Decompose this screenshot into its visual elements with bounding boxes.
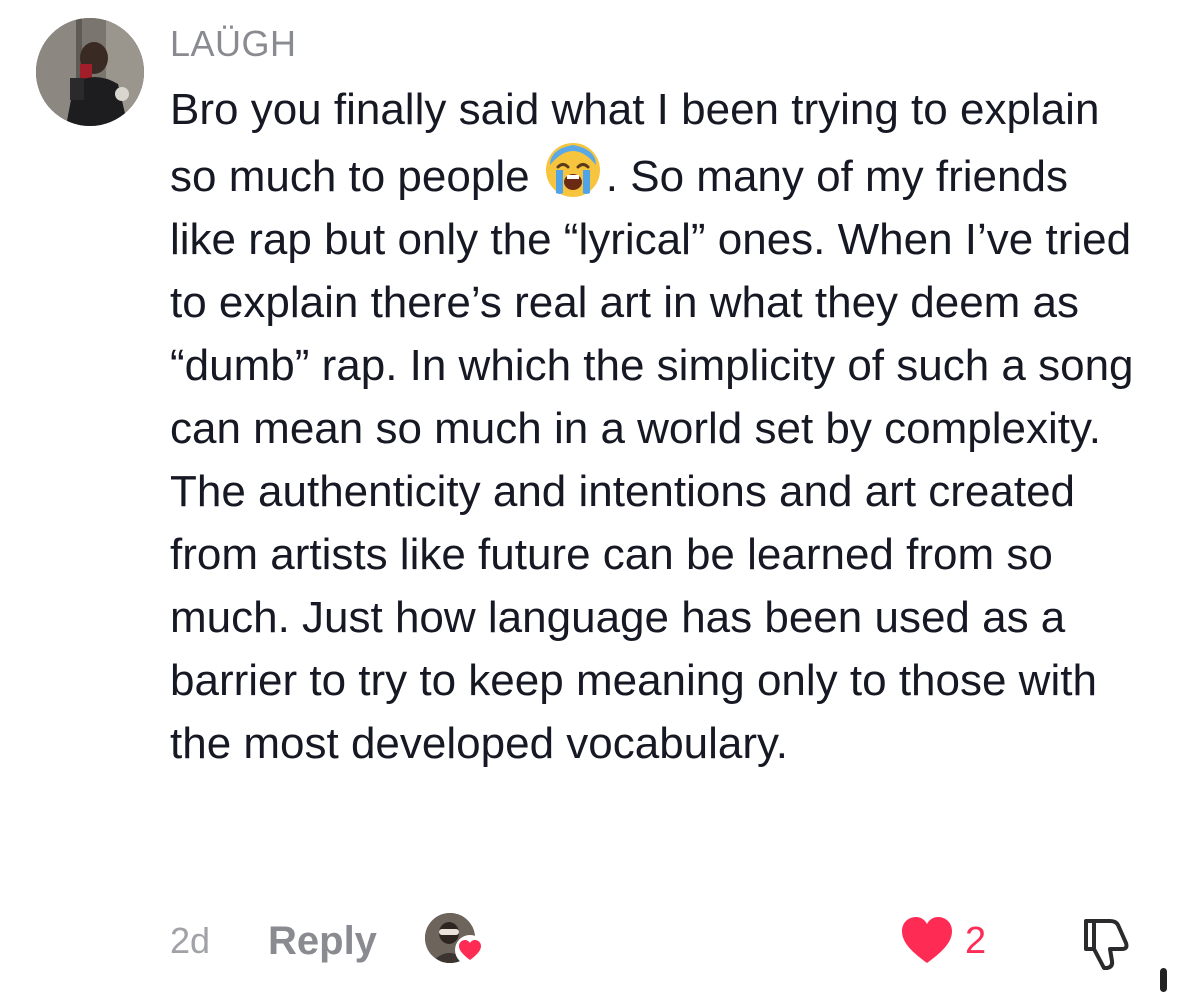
comment-item: LAÜGH Bro you finally said what I been t… (0, 0, 1179, 992)
comment-username[interactable]: LAÜGH (170, 22, 297, 66)
liked-by-creator-badge (425, 913, 487, 969)
thumbs-down-icon (1080, 919, 1134, 975)
reply-button[interactable]: Reply (268, 919, 377, 963)
comment-timestamp: 2d (170, 920, 211, 961)
heart-filled-icon (900, 915, 954, 965)
heart-icon (455, 935, 485, 965)
comment-text: Bro you finally said what I been trying … (170, 78, 1135, 775)
comment-text-part-2: . So many of my friends like rap but onl… (170, 152, 1134, 768)
like-button[interactable]: 2 (900, 913, 1000, 969)
loudly-crying-face-icon (544, 141, 602, 199)
dislike-button[interactable] (1080, 915, 1134, 971)
user-avatar[interactable] (36, 18, 144, 126)
avatar-image (36, 18, 144, 126)
comment-footer: 2d Reply 2 (0, 905, 1179, 975)
scrollbar[interactable] (1160, 968, 1167, 992)
like-count: 2 (965, 920, 987, 962)
